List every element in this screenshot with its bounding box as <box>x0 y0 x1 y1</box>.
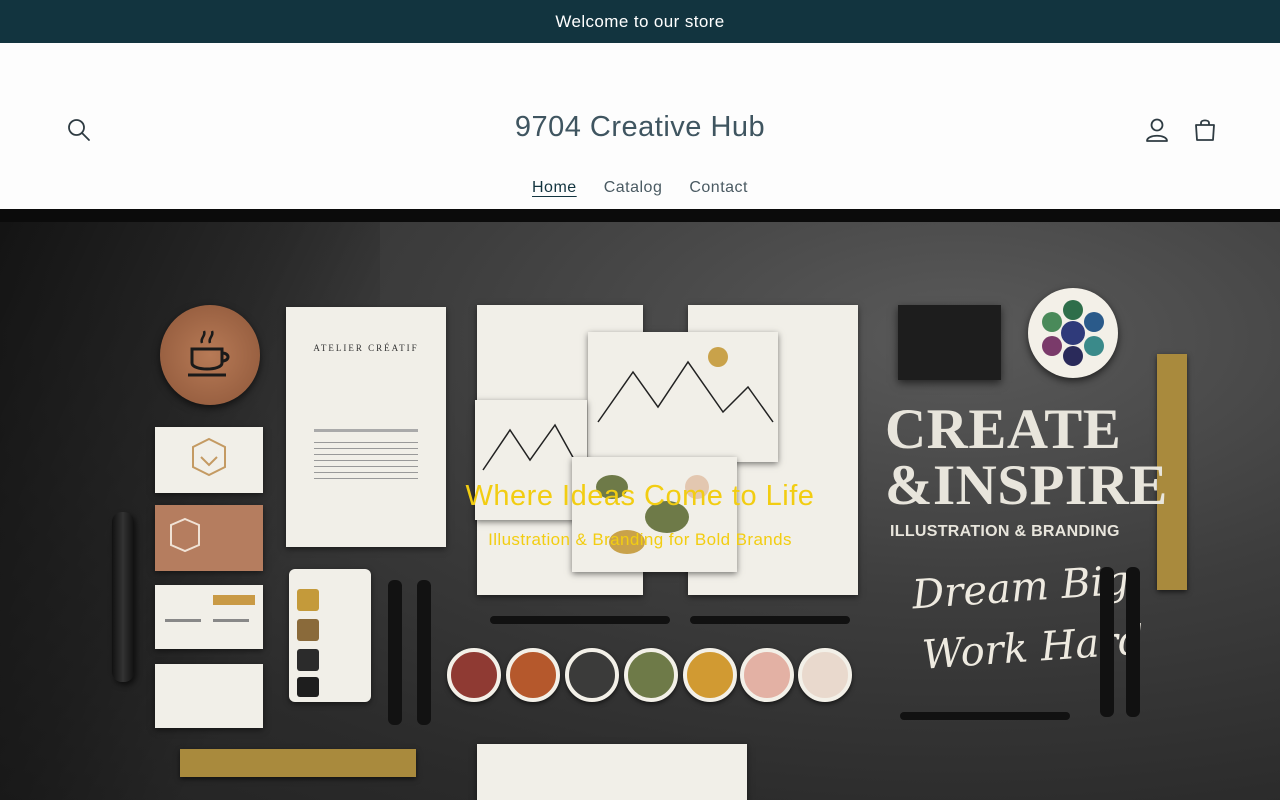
brush-pen <box>417 580 431 725</box>
sketch-card <box>155 664 263 728</box>
cup-icon <box>188 330 230 377</box>
paint-swatch <box>683 648 737 702</box>
ruler <box>180 749 416 777</box>
paint-palette <box>289 569 371 702</box>
pen <box>900 712 1070 720</box>
paint-swatch <box>447 648 501 702</box>
marker <box>1100 567 1114 717</box>
hero-subheading: Illustration & Branding for Bold Brands <box>488 530 792 549</box>
business-card-gold <box>155 585 263 649</box>
pen <box>690 616 850 624</box>
black-card-box <box>898 305 1001 380</box>
paint-swatch <box>798 648 852 702</box>
illustration-card-mountains <box>588 332 778 462</box>
watercolor-pan <box>1028 288 1118 378</box>
paint-swatch <box>624 648 678 702</box>
sketchbook <box>477 744 747 800</box>
hero-heading: Where Ideas Come to Life <box>465 480 815 512</box>
hero-banner: ATELIER CRÉATIF CREATE &INSPIRE ILLUSTRA… <box>0 209 1280 800</box>
marker <box>1126 567 1140 717</box>
illustration-card-botanical <box>572 457 737 572</box>
announcement-bar: Welcome to our store <box>0 0 1280 43</box>
site-header: 9704 Creative Hub Home Catalog Contact <box>0 43 1280 209</box>
main-nav: Home Catalog Contact <box>0 179 1280 199</box>
nav-item-home[interactable]: Home <box>532 179 577 199</box>
paint-swatch <box>506 648 560 702</box>
user-icon[interactable] <box>1145 117 1169 143</box>
paint-swatch <box>740 648 794 702</box>
script-text-dream: Dream Big <box>910 557 1131 619</box>
paint-swatch <box>565 648 619 702</box>
announcement-text: Welcome to our store <box>555 11 725 31</box>
bag-icon[interactable] <box>1193 117 1217 143</box>
nav-item-catalog[interactable]: Catalog <box>604 179 663 199</box>
store-logo[interactable]: 9704 Creative Hub <box>0 111 1280 144</box>
letterhead-title: ATELIER CRÉATIF <box>313 343 419 353</box>
coffee-coaster <box>160 305 260 405</box>
nav-item-contact[interactable]: Contact <box>689 179 748 199</box>
brush-pen <box>388 580 402 725</box>
pen <box>490 616 670 624</box>
